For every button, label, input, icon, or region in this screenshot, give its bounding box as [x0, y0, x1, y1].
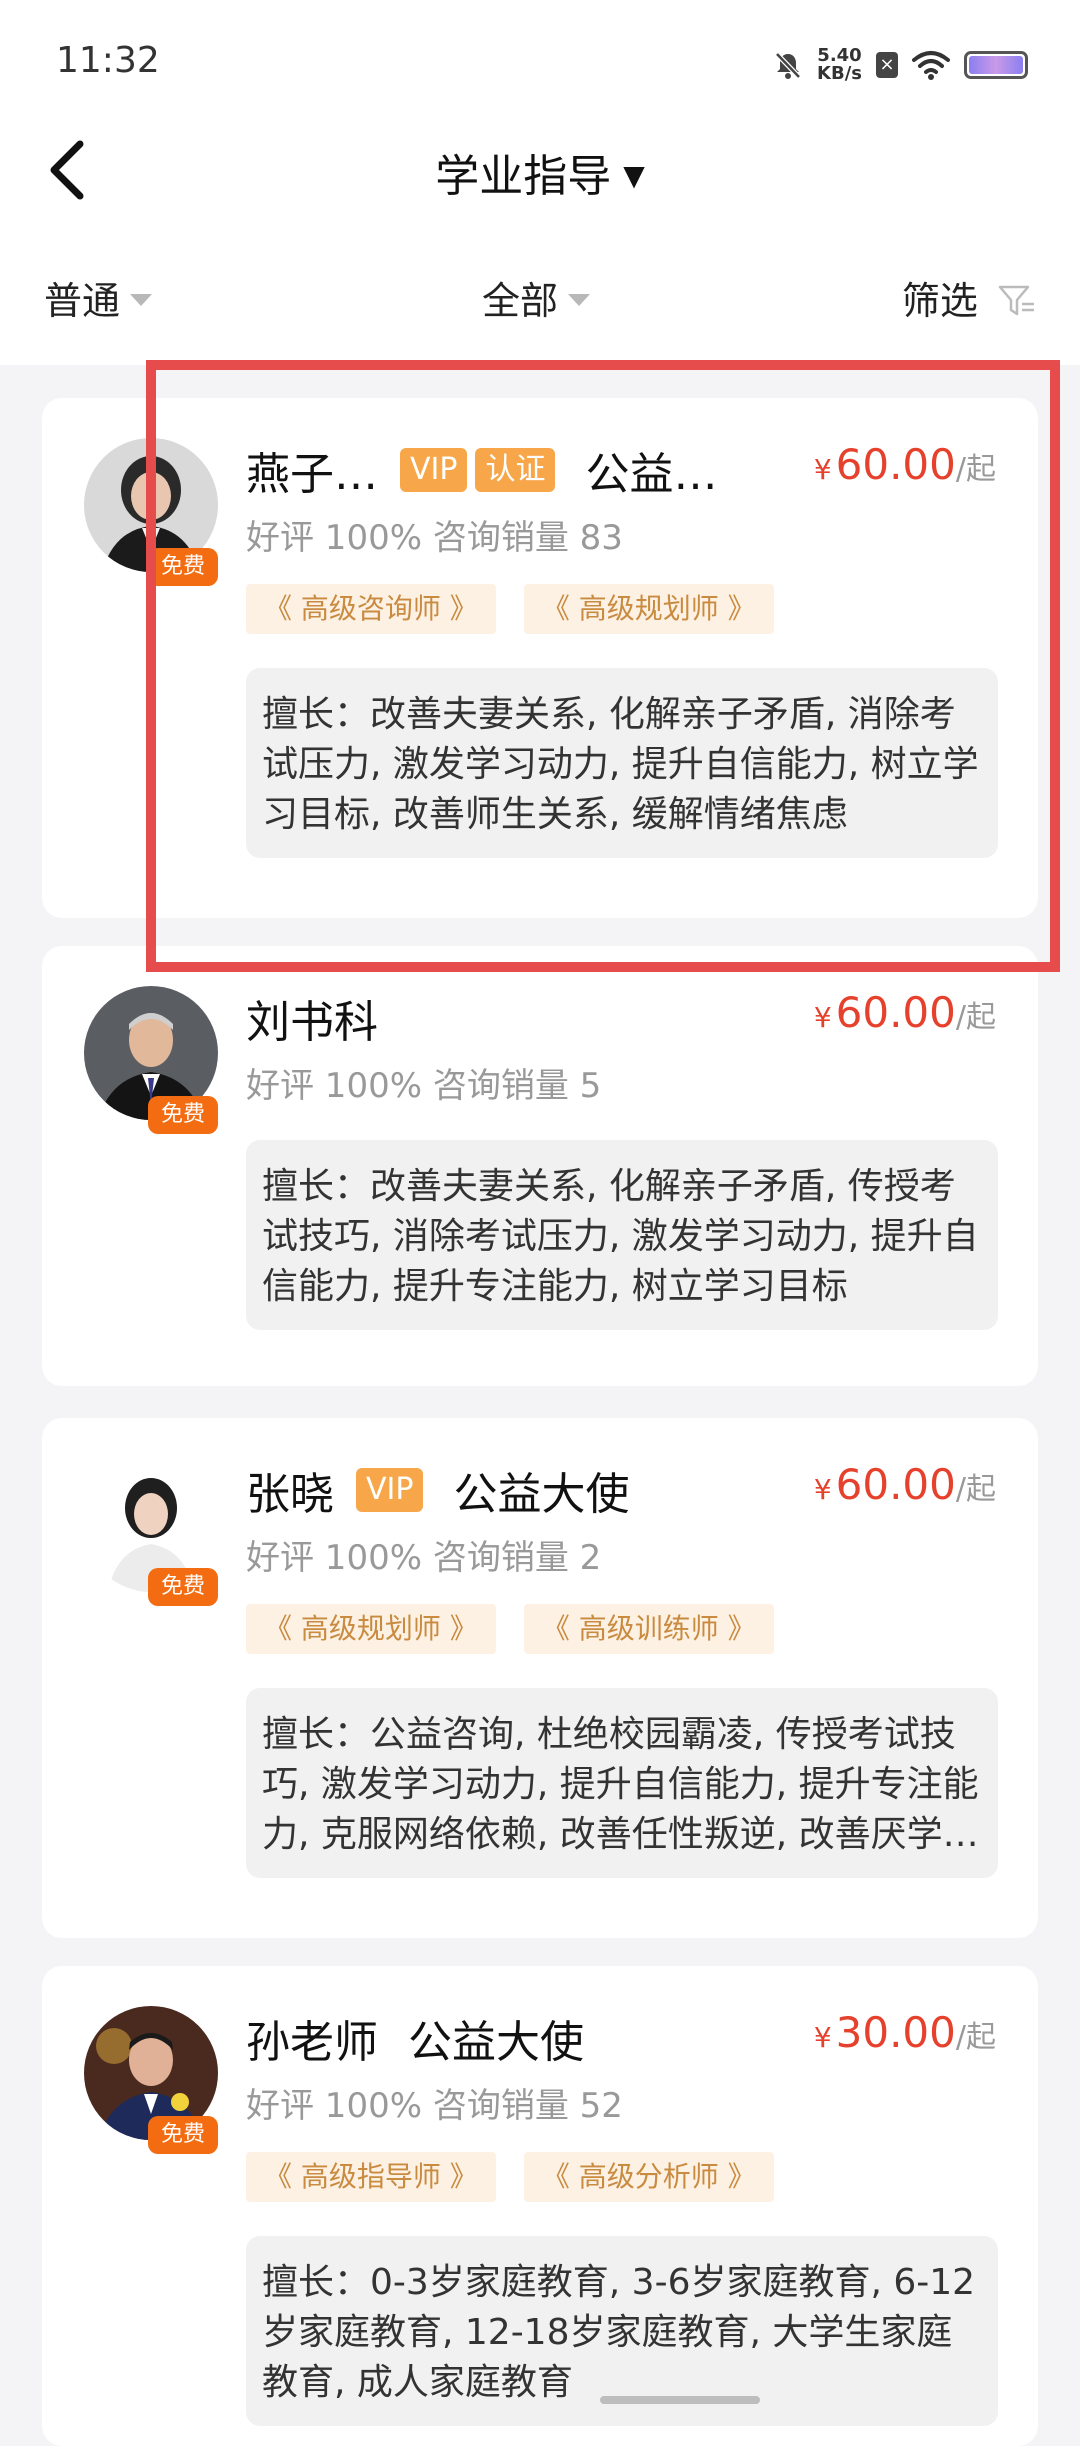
network-speed: 5.40 KB/s [817, 45, 862, 84]
ambassador-label: 公益大使 [408, 2017, 584, 2068]
expertise-text: 擅长：公益咨询, 杜绝校园霸凌, 传授考试技巧, 激发学习动力, 提升自信能力,… [262, 1714, 979, 1855]
free-badge: 免费 [148, 548, 218, 586]
title-tag: 《 高级规划师 》 [246, 1604, 496, 1654]
free-badge: 免费 [148, 1568, 218, 1606]
counselor-name: 孙老师 [246, 2017, 378, 2068]
rating-stats: 好评 100% 咨询销量 52 [246, 2086, 623, 2126]
nav-bar: 学业指导 ▼ [0, 120, 1080, 220]
status-bar: 11:32 5.40 KB/s × [0, 0, 1080, 120]
home-indicator[interactable] [600, 2396, 760, 2404]
page-title-text: 学业指导 [435, 151, 612, 202]
title-tag: 《 高级指导师 》 [246, 2152, 496, 2202]
free-badge: 免费 [148, 2116, 218, 2154]
expertise-text: 擅长：0-3岁家庭教育, 3-6岁家庭教育, 6-12岁家庭教育, 12-18岁… [262, 2262, 976, 2403]
counselor-card[interactable]: 免费 刘书科 ¥60.00/起 好评 100% 咨询销量 5 擅长：改善夫妻关系… [42, 946, 1038, 1386]
title-tag: 《 高级咨询师 》 [246, 584, 496, 634]
tag-list: 《 高级咨询师 》 《 高级规划师 》 [246, 584, 774, 634]
filter-label: 筛选 [901, 279, 978, 323]
sort-label: 普通 [44, 279, 121, 323]
expertise-text: 擅长：改善夫妻关系, 化解亲子矛盾, 消除考试压力, 激发学习动力, 提升自信能… [262, 694, 979, 835]
sim-icon: × [876, 52, 898, 78]
filter-button[interactable]: 筛选 [902, 270, 1036, 325]
rating-stats: 好评 100% 咨询销量 83 [246, 518, 623, 558]
wifi-icon [912, 51, 950, 80]
page-title[interactable]: 学业指导 ▼ [0, 140, 1080, 204]
name-row: 燕子… VIP 认证 公益… [246, 440, 717, 500]
filter-icon [998, 285, 1034, 316]
filter-bar: 普通 全部 筛选 [0, 250, 1080, 340]
counselor-name: 张晓 [246, 1469, 334, 1520]
counselor-name: 刘书科 [246, 997, 378, 1048]
battery-icon [964, 51, 1028, 79]
name-row: 孙老师 公益大使 [246, 2008, 584, 2068]
price: ¥60.00/起 [813, 440, 996, 489]
caret-down-icon: ▼ [623, 159, 645, 192]
tag-list: 《 高级规划师 》 《 高级训练师 》 [246, 1604, 774, 1654]
title-tag: 《 高级分析师 》 [523, 2152, 774, 2202]
tag-list: 《 高级指导师 》 《 高级分析师 》 [246, 2152, 774, 2202]
rating-stats: 好评 100% 咨询销量 5 [246, 1066, 602, 1106]
expertise-box: 擅长：改善夫妻关系, 化解亲子矛盾, 消除考试压力, 激发学习动力, 提升自信能… [246, 668, 998, 858]
price: ¥30.00/起 [813, 2008, 996, 2057]
status-time: 11:32 [56, 40, 160, 81]
ambassador-label: 公益大使 [453, 1469, 630, 1520]
category-label: 全部 [482, 279, 559, 323]
category-dropdown[interactable]: 全部 [482, 270, 591, 325]
vip-badge: VIP [400, 448, 468, 492]
vip-badge: VIP [356, 1468, 424, 1512]
title-tag: 《 高级规划师 》 [523, 584, 774, 634]
chevron-down-icon [130, 294, 153, 306]
rating-stats: 好评 100% 咨询销量 2 [246, 1538, 602, 1578]
top-area: 11:32 5.40 KB/s × 学业指导 ▼ 普通 全部 筛选 [0, 0, 1080, 365]
certified-badge: 认证 [475, 448, 556, 492]
chevron-down-icon [568, 294, 591, 306]
counselor-card[interactable]: 免费 孙老师 公益大使 ¥30.00/起 好评 100% 咨询销量 52 《 高… [42, 1966, 1038, 2446]
bell-off-icon [775, 52, 801, 79]
free-badge: 免费 [148, 1096, 218, 1134]
ambassador-label: 公益… [585, 449, 718, 500]
expertise-box: 擅长：改善夫妻关系, 化解亲子矛盾, 传授考试技巧, 消除考试压力, 激发学习动… [246, 1140, 998, 1330]
expertise-box: 擅长：公益咨询, 杜绝校园霸凌, 传授考试技巧, 激发学习动力, 提升自信能力,… [246, 1688, 998, 1878]
name-row: 刘书科 [246, 988, 378, 1048]
counselor-name: 燕子… [246, 449, 378, 500]
price: ¥60.00/起 [813, 988, 996, 1037]
title-tag: 《 高级训练师 》 [523, 1604, 774, 1654]
price: ¥60.00/起 [813, 1460, 996, 1509]
status-icons: 5.40 KB/s × [773, 40, 1028, 90]
counselor-card[interactable]: 免费 燕子… VIP 认证 公益… ¥60.00/起 好评 100% 咨询销量 … [42, 398, 1038, 918]
expertise-text: 擅长：改善夫妻关系, 化解亲子矛盾, 传授考试技巧, 消除考试压力, 激发学习动… [262, 1166, 979, 1307]
counselor-card[interactable]: 免费 张晓 VIP 公益大使 ¥60.00/起 好评 100% 咨询销量 2 《… [42, 1418, 1038, 1938]
sort-dropdown[interactable]: 普通 [44, 270, 153, 325]
name-row: 张晓 VIP 公益大使 [246, 1460, 629, 1520]
